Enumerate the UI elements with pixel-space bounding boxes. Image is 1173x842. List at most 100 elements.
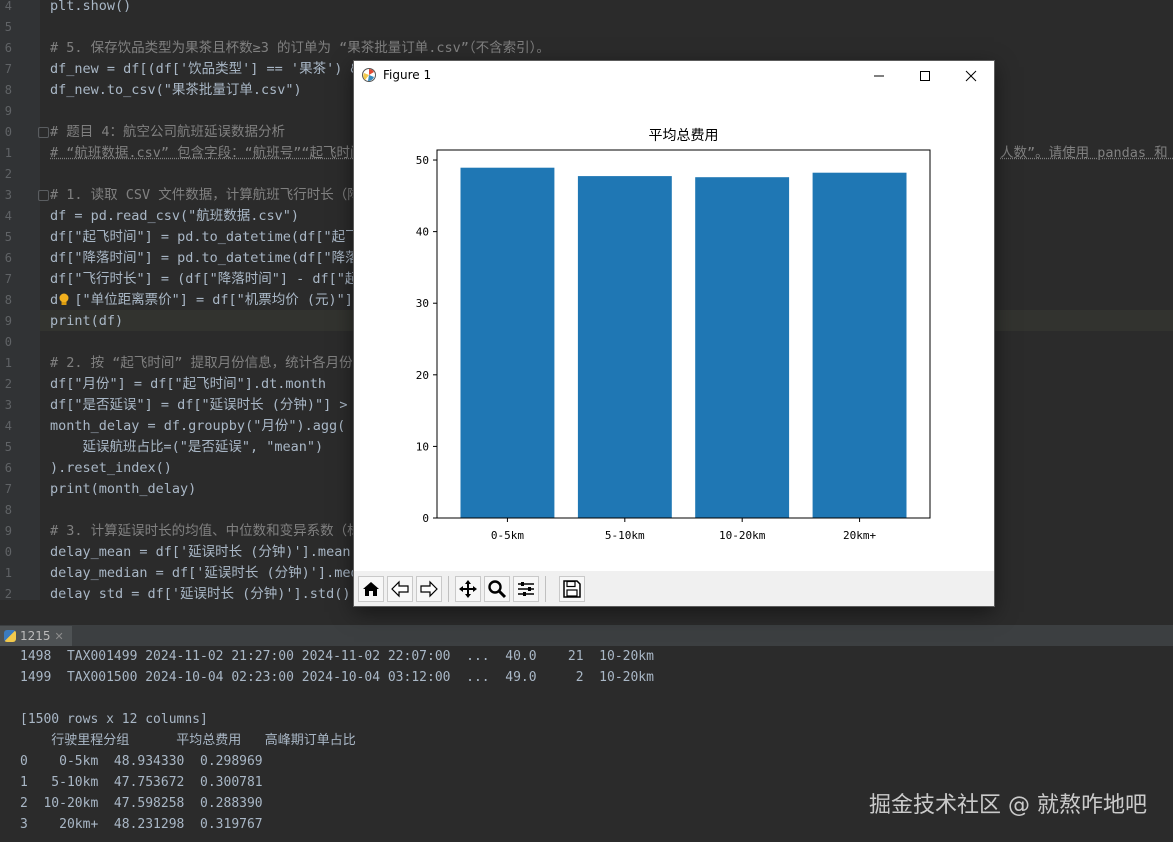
- code-line[interactable]: # 3. 计算延误时长的均值、中位数和变异系数（标: [50, 521, 361, 542]
- pan-icon: [459, 580, 477, 598]
- back-button[interactable]: [387, 576, 413, 602]
- configure-subplots-button[interactable]: [513, 576, 539, 602]
- line-number: 1: [4, 146, 12, 160]
- run-tab-label: 1215: [20, 629, 51, 643]
- line-number: 6: [4, 41, 12, 55]
- home-button[interactable]: [358, 576, 384, 602]
- code-line[interactable]: # 2. 按 “起飞时间” 提取月份信息，统计各月份的: [50, 353, 366, 374]
- line-number: 1: [4, 566, 12, 580]
- x-tick-label: 20km+: [843, 529, 876, 542]
- console-line: 1498 TAX001499 2024-11-02 21:27:00 2024-…: [20, 649, 654, 664]
- pan-button[interactable]: [455, 576, 481, 602]
- run-tab-bar: 1215 ✕: [0, 626, 1173, 646]
- minimize-button[interactable]: [856, 61, 902, 90]
- line-number: 8: [4, 83, 12, 97]
- zoom-button[interactable]: [484, 576, 510, 602]
- code-line[interactable]: # 1. 读取 CSV 文件数据，计算航班飞行时长（降: [50, 185, 361, 206]
- code-line[interactable]: print(month_delay): [50, 479, 196, 500]
- window-title: Figure 1: [383, 68, 432, 82]
- bar-10-20km: [695, 177, 790, 518]
- code-line[interactable]: 延误航班占比=("是否延误", "mean"): [50, 437, 324, 458]
- y-tick-label: 50: [416, 154, 429, 167]
- bar-20km+: [812, 172, 907, 518]
- code-line[interactable]: plt.show(): [50, 0, 131, 17]
- console-line: [1500 rows x 12 columns]: [20, 712, 208, 727]
- close-icon[interactable]: ✕: [55, 630, 64, 643]
- y-tick-label: 30: [416, 297, 429, 310]
- line-number: 7: [4, 482, 12, 496]
- code-line[interactable]: delay_std = df['延误时长 (分钟)'].std(): [50, 584, 350, 600]
- line-number: 9: [4, 104, 12, 118]
- code-line[interactable]: df = pd.read_csv("航班数据.csv"): [50, 206, 299, 227]
- code-line[interactable]: df["降落时间"] = pd.to_datetime(df["降落: [50, 248, 359, 269]
- bar-0-5km: [460, 167, 555, 518]
- console-line: 0 0-5km 48.934330 0.298969: [20, 754, 263, 769]
- line-number: 1: [4, 356, 12, 370]
- back-arrow-icon: [391, 580, 409, 598]
- close-icon: [965, 70, 977, 81]
- save-icon: [563, 580, 581, 598]
- line-number: 7: [4, 272, 12, 286]
- line-number: 3: [4, 398, 12, 412]
- console-line: 2 10-20km 47.598258 0.288390: [20, 796, 263, 811]
- close-button[interactable]: [948, 61, 994, 90]
- line-number: 0: [4, 545, 12, 559]
- x-tick-label: 0-5km: [491, 529, 524, 542]
- minimize-icon: [874, 75, 884, 76]
- code-line[interactable]: d ["单位距离票价"] = df["机票均价 (元)"] /: [50, 290, 369, 311]
- y-tick-label: 0: [422, 512, 429, 525]
- watermark: 掘金技术社区 @ 就熬咋地吧: [869, 793, 1147, 818]
- toolbar-separator: [545, 576, 546, 602]
- code-line[interactable]: # “航班数据.csv” 包含字段：“航班号”“起飞时间: [50, 143, 364, 164]
- python-icon: [4, 630, 16, 642]
- lightbulb-icon[interactable]: [58, 293, 70, 307]
- save-button[interactable]: [559, 576, 585, 602]
- code-line[interactable]: delay_median = df['延误时长 (分钟)'].med: [50, 563, 359, 584]
- forward-button[interactable]: [416, 576, 442, 602]
- run-tab[interactable]: 1215 ✕: [0, 626, 72, 646]
- zoom-icon: [488, 580, 507, 599]
- y-tick-label: 10: [416, 440, 429, 453]
- configure-subplots-icon: [518, 582, 534, 596]
- line-number: 9: [4, 314, 12, 328]
- maximize-button[interactable]: [902, 61, 948, 90]
- fold-marker-icon[interactable]: [38, 190, 49, 201]
- maximize-icon: [920, 70, 930, 81]
- code-line[interactable]: ).reset_index(): [50, 458, 172, 479]
- code-line[interactable]: df_new.to_csv("果茶批量订单.csv"): [50, 80, 302, 101]
- y-tick-label: 20: [416, 369, 429, 382]
- line-number: 6: [4, 251, 12, 265]
- line-number: 0: [4, 335, 12, 349]
- code-line[interactable]: delay_mean = df['延误时长 (分钟)'].mean(: [50, 542, 359, 563]
- code-line[interactable]: df["起飞时间"] = pd.to_datetime(df["起飞: [50, 227, 359, 248]
- matplotlib-logo-icon: [362, 68, 376, 82]
- code-line[interactable]: df["月份"] = df["起飞时间"].dt.month: [50, 374, 326, 395]
- figure-window[interactable]: Figure 1 0 10 20 30 40 50 0-5km 5-10km 10-20km 2…: [354, 61, 994, 606]
- line-number: 5: [4, 230, 12, 244]
- line-number: 6: [4, 461, 12, 475]
- line-number: 0: [4, 125, 12, 139]
- matplotlib-toolbar: [354, 571, 994, 606]
- line-number: 2: [4, 377, 12, 391]
- code-line[interactable]: df["飞行时长"] = (df["降落时间"] - df["起: [50, 269, 358, 290]
- code-line[interactable]: df["是否延误"] = df["延误时长 (分钟)"] > 0: [50, 395, 364, 416]
- code-line[interactable]: df_new = df[(df['饮品类型'] == '果茶') &: [50, 59, 359, 80]
- code-line[interactable]: # 题目 4：航空公司航班延误数据分析: [50, 122, 285, 143]
- console-line: 3 20km+ 48.231298 0.319767: [20, 817, 263, 832]
- code-line[interactable]: print(df): [50, 311, 123, 332]
- line-number: 4: [4, 419, 12, 433]
- x-tick-label: 5-10km: [605, 529, 645, 542]
- console-line: 1499 TAX001500 2024-10-04 02:23:00 2024-…: [20, 670, 654, 685]
- code-line[interactable]: # 5. 保存饮品类型为果茶且杯数≥3 的订单为 “果茶批量订单.csv”（不含…: [50, 38, 550, 59]
- line-number: 7: [4, 62, 12, 76]
- line-number: 4: [4, 0, 12, 13]
- line-number: 8: [4, 503, 12, 517]
- toolbar-separator: [448, 576, 449, 602]
- code-line[interactable]: month_delay = df.groupby("月份").agg(: [50, 416, 345, 437]
- chart-canvas[interactable]: 0 10 20 30 40 50 0-5km 5-10km 10-20km 20km+ 平均总费…: [354, 90, 994, 571]
- line-number: 3: [4, 188, 12, 202]
- window-titlebar[interactable]: Figure 1: [354, 61, 994, 90]
- line-number: 5: [4, 440, 12, 454]
- overflow-comment-text: 人数”。请使用 pandas 和 ma: [1000, 145, 1173, 161]
- fold-marker-icon[interactable]: [38, 127, 49, 138]
